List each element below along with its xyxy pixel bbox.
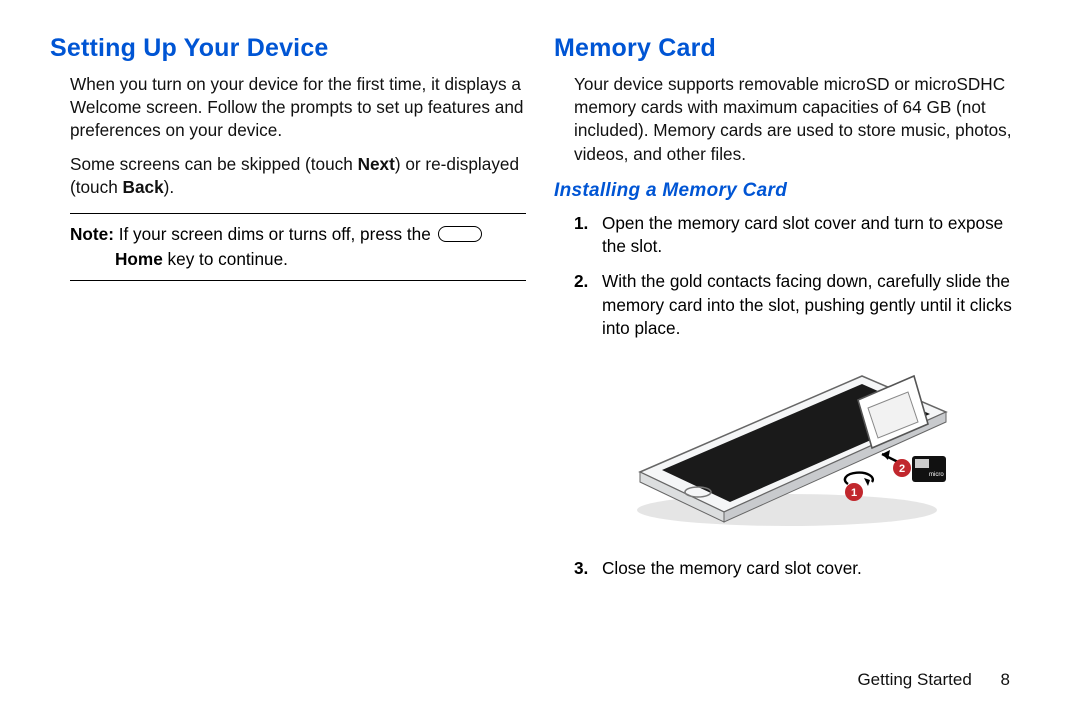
subheading-installing: Installing a Memory Card bbox=[554, 180, 1030, 202]
step-number: 3. bbox=[574, 557, 602, 580]
install-steps-continued: 3. Close the memory card slot cover. bbox=[574, 557, 1030, 580]
setup-paragraph-1: When you turn on your device for the fir… bbox=[70, 73, 526, 143]
step-text: Open the memory card slot cover and turn… bbox=[602, 212, 1030, 258]
step-2: 2. With the gold contacts facing down, c… bbox=[574, 270, 1030, 340]
text-span: Some screens can be skipped (touch bbox=[70, 154, 358, 174]
note-label: Note: bbox=[70, 224, 114, 244]
heading-setting-up: Setting Up Your Device bbox=[50, 34, 526, 63]
svg-text:micro: micro bbox=[929, 472, 944, 478]
bold-home: Home bbox=[115, 249, 163, 269]
step-number: 1. bbox=[574, 212, 602, 258]
note-block: Note: If your screen dims or turns off, … bbox=[70, 213, 526, 281]
step-1: 1. Open the memory card slot cover and t… bbox=[574, 212, 1030, 258]
install-steps: 1. Open the memory card slot cover and t… bbox=[574, 212, 1030, 340]
footer-section: Getting Started bbox=[857, 670, 971, 689]
left-column: Setting Up Your Device When you turn on … bbox=[50, 34, 526, 592]
callout-1: 1 bbox=[845, 483, 863, 501]
text-span: If your screen dims or turns off, press … bbox=[114, 224, 436, 244]
heading-memory-card: Memory Card bbox=[554, 34, 1030, 63]
text-span: key to continue. bbox=[163, 249, 288, 269]
illustration-tablet: micro 1 2 bbox=[554, 352, 1030, 547]
step-number: 2. bbox=[574, 270, 602, 340]
text-span: ). bbox=[164, 177, 175, 197]
page-footer: Getting Started 8 bbox=[857, 670, 1010, 690]
callout-2: 2 bbox=[893, 459, 911, 477]
note-text: Note: If your screen dims or turns off, … bbox=[70, 222, 526, 272]
step-3: 3. Close the memory card slot cover. bbox=[574, 557, 1030, 580]
bold-next: Next bbox=[358, 154, 395, 174]
tablet-memory-card-illustration: micro 1 2 bbox=[612, 352, 972, 542]
step-text: Close the memory card slot cover. bbox=[602, 557, 1030, 580]
manual-page: Setting Up Your Device When you turn on … bbox=[0, 0, 1080, 592]
svg-text:2: 2 bbox=[899, 463, 905, 475]
bold-back: Back bbox=[123, 177, 164, 197]
memory-paragraph: Your device supports removable microSD o… bbox=[574, 73, 1030, 166]
setup-paragraph-2: Some screens can be skipped (touch Next)… bbox=[70, 153, 526, 199]
step-text: With the gold contacts facing down, care… bbox=[602, 270, 1030, 340]
right-column: Memory Card Your device supports removab… bbox=[554, 34, 1030, 592]
page-number: 8 bbox=[1001, 670, 1010, 690]
home-key-icon bbox=[438, 226, 482, 242]
svg-text:1: 1 bbox=[851, 487, 857, 499]
